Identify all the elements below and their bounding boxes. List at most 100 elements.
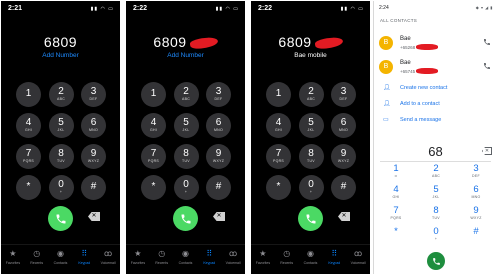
ios-dialer-screen-1: 2:21 ▮▮ ◠ ▭ 6809 Add Number 1 2 ABC 3 DEF 4 GHI 5 JK… (1, 1, 120, 274)
add-number-link[interactable]: Add Number (1, 52, 120, 59)
key-letters: PQRS (22, 159, 35, 164)
key-4[interactable]: 5 JKL (48, 113, 74, 138)
tab-voicemail[interactable]: ꝏ Voicemail (348, 249, 368, 274)
key-3[interactable]: 4 GHI (16, 113, 41, 138)
tab-label: Voicemail (100, 261, 116, 265)
tab-clock[interactable]: ◷ Recents (277, 249, 297, 274)
key-7[interactable]: 8 TUV (421, 206, 451, 227)
avatar: B (379, 36, 393, 50)
key-2[interactable]: 3 DEF (206, 82, 231, 107)
key-0[interactable]: 1 (141, 82, 166, 107)
key-7[interactable]: 8 TUV (298, 144, 324, 169)
tab-person[interactable]: ◉ Contacts (50, 249, 70, 274)
key-10[interactable]: 0 + (173, 175, 199, 200)
call-button[interactable] (427, 252, 445, 270)
key-11[interactable]: # (331, 175, 356, 200)
key-letters: WXYZ (87, 159, 100, 164)
key-10[interactable]: 0 + (421, 227, 451, 248)
clock-icon: ◷ (158, 249, 166, 258)
key-2[interactable]: 3 DEF (81, 82, 106, 107)
keypad-row: 7 PQRS 8 TUV 9 WXYZ (16, 144, 106, 175)
delete-button[interactable]: ✕ (338, 212, 350, 221)
key-8[interactable]: 9 WXYZ (331, 144, 356, 169)
call-button[interactable] (173, 206, 198, 231)
key-0[interactable]: 1 (266, 82, 291, 107)
key-10[interactable]: 0 + (48, 175, 74, 200)
key-6[interactable]: 7 PQRS (141, 144, 166, 169)
call-button[interactable] (48, 206, 73, 231)
add-to-contact-action[interactable]: 👤︎ Add to a contact (383, 100, 440, 108)
keypad-row: 1 2 ABC 3 DEF (16, 82, 106, 113)
key-11[interactable]: # (461, 227, 491, 248)
key-0[interactable]: 1 (16, 82, 41, 107)
key-5[interactable]: 6 MNO (81, 113, 106, 138)
tab-keypad[interactable]: ⠿ Keypad (74, 249, 94, 274)
divider (380, 161, 491, 162)
key-6[interactable]: 7 PQRS (266, 144, 291, 169)
tab-keypad[interactable]: ⠿ Keypad (199, 249, 219, 274)
key-3[interactable]: 4 GHI (266, 113, 291, 138)
key-1[interactable]: 2 ABC (48, 82, 74, 107)
avatar: B (379, 60, 393, 74)
key-7[interactable]: 8 TUV (173, 144, 199, 169)
key-4[interactable]: 5 JKL (298, 113, 324, 138)
key-10[interactable]: 0 + (298, 175, 324, 200)
key-8[interactable]: 9 WXYZ (206, 144, 231, 169)
key-3[interactable]: 4 GHI (141, 113, 166, 138)
clock-icon: ◷ (33, 249, 41, 258)
key-11[interactable]: # (81, 175, 106, 200)
key-digit: * (394, 226, 398, 237)
key-5[interactable]: 6 MNO (461, 185, 491, 206)
key-2[interactable]: 3 DEF (331, 82, 356, 107)
tab-voicemail[interactable]: ꝏ Voicemail (98, 249, 118, 274)
keypad-icon: ⠿ (81, 249, 88, 258)
person-add-icon: 👤︎ (383, 85, 391, 91)
tab-keypad[interactable]: ⠿ Keypad (324, 249, 344, 274)
key-6[interactable]: 7 PQRS (16, 144, 41, 169)
add-number-link[interactable]: Add Number (126, 52, 245, 59)
key-11[interactable]: # (206, 175, 231, 200)
call-button[interactable] (298, 206, 323, 231)
tab-star[interactable]: ★ Favorites (253, 249, 273, 274)
key-1[interactable]: 2 ABC (173, 82, 199, 107)
keypad-row: 7 PQRS 8 TUV 9 WXYZ (266, 144, 356, 175)
phone-icon[interactable] (483, 38, 491, 46)
key-9[interactable]: * (266, 175, 291, 200)
tab-star[interactable]: ★ Favorites (3, 249, 23, 274)
key-6[interactable]: 7 PQRS (381, 206, 411, 227)
create-new-contact-action[interactable]: 👤︎ Create new contact (383, 84, 447, 92)
tab-person[interactable]: ◉ Contacts (300, 249, 320, 274)
key-7[interactable]: 8 TUV (48, 144, 74, 169)
tab-clock[interactable]: ◷ Recents (27, 249, 47, 274)
delete-button[interactable]: ✕ (88, 212, 100, 221)
key-4[interactable]: 5 JKL (173, 113, 199, 138)
key-9[interactable]: * (16, 175, 41, 200)
key-3[interactable]: 4 GHI (381, 185, 411, 206)
tab-label: Recents (30, 261, 44, 265)
key-8[interactable]: 9 WXYZ (81, 144, 106, 169)
delete-button[interactable]: ✕ (213, 212, 225, 221)
key-letters: WXYZ (337, 159, 350, 164)
tab-voicemail[interactable]: ꝏ Voicemail (223, 249, 243, 274)
status-time: 2:22 (133, 5, 148, 12)
key-4[interactable]: 5 JKL (421, 185, 451, 206)
key-2[interactable]: 3 DEF (461, 164, 491, 185)
key-5[interactable]: 6 MNO (331, 113, 356, 138)
key-5[interactable]: 6 MNO (206, 113, 231, 138)
redaction-mark (188, 35, 219, 51)
tab-person[interactable]: ◉ Contacts (175, 249, 195, 274)
contact-suggestion[interactable]: B Bae +65745 (379, 59, 494, 77)
key-9[interactable]: * (381, 227, 411, 248)
star-icon: ★ (134, 249, 142, 258)
key-1[interactable]: 2 ABC (421, 164, 451, 185)
key-digit: 4 (393, 184, 399, 195)
tab-clock[interactable]: ◷ Recents (152, 249, 172, 274)
key-8[interactable]: 9 WXYZ (461, 206, 491, 227)
send-message-action[interactable]: ▭ Send a message (383, 116, 441, 124)
key-0[interactable]: 1 ∞ (381, 164, 411, 185)
key-9[interactable]: * (141, 175, 166, 200)
tab-star[interactable]: ★ Favorites (128, 249, 148, 274)
phone-icon[interactable] (483, 62, 491, 70)
contact-suggestion[interactable]: B Bae +65268 (379, 35, 494, 53)
key-1[interactable]: 2 ABC (298, 82, 324, 107)
